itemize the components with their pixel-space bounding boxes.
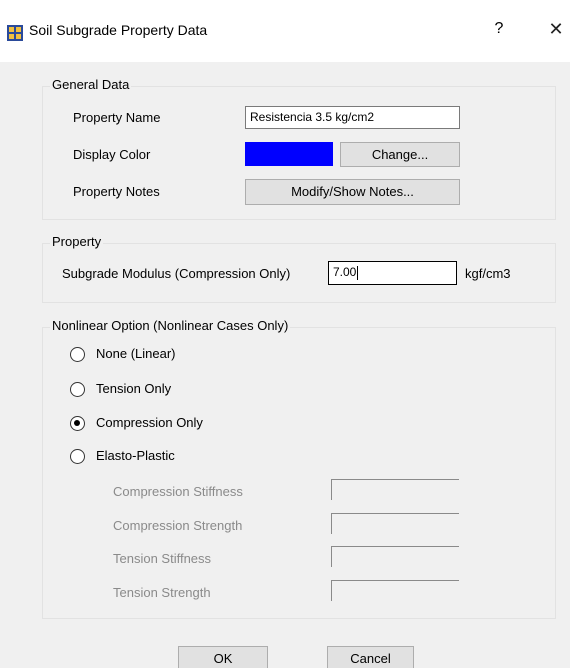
property-legend: Property (50, 234, 104, 249)
app-icon (7, 25, 23, 41)
general-data-legend: General Data (50, 77, 132, 92)
help-button[interactable]: ? (489, 20, 509, 42)
cancel-button[interactable]: Cancel (327, 646, 414, 668)
radio-button-compression-only[interactable] (70, 416, 85, 431)
subgrade-modulus-label: Subgrade Modulus (Compression Only) (62, 266, 291, 281)
subgrade-modulus-input[interactable]: 7.00 (328, 261, 457, 285)
property-name-input[interactable]: Resistencia 3.5 kg/cm2 (245, 106, 460, 129)
ok-button[interactable]: OK (178, 646, 268, 668)
compression-stiffness-input (331, 479, 459, 500)
nonlinear-option-group (42, 327, 556, 619)
tension-strength-input (331, 580, 459, 601)
soil-subgrade-dialog: Soil Subgrade Property Data ? ✕ General … (0, 0, 570, 668)
text-caret (357, 265, 359, 280)
tension-stiffness-label: Tension Stiffness (113, 551, 212, 566)
compression-strength-input (331, 513, 459, 534)
title-bar: Soil Subgrade Property Data ? ✕ (0, 0, 570, 62)
radio-button-tension-only[interactable] (70, 382, 85, 397)
property-notes-label: Property Notes (73, 184, 160, 199)
window-title: Soil Subgrade Property Data (29, 22, 208, 38)
radio-label-elasto-plastic: Elasto-Plastic (96, 448, 175, 463)
modify-show-notes-button[interactable]: Modify/Show Notes... (245, 179, 460, 205)
property-name-label: Property Name (73, 110, 161, 125)
close-button[interactable]: ✕ (546, 19, 566, 43)
radio-label-none-linear: None (Linear) (96, 346, 176, 361)
nonlinear-option-legend: Nonlinear Option (Nonlinear Cases Only) (50, 318, 291, 333)
radio-button-none-linear[interactable] (70, 347, 85, 362)
display-color-swatch (245, 142, 333, 166)
tension-stiffness-input (331, 546, 459, 567)
subgrade-unit-label: kgf/cm3 (465, 266, 511, 281)
radio-label-compression-only: Compression Only (96, 415, 203, 430)
radio-button-elasto-plastic[interactable] (70, 449, 85, 464)
radio-label-tension-only: Tension Only (96, 381, 172, 396)
tension-strength-label: Tension Strength (113, 585, 211, 600)
compression-strength-label: Compression Strength (113, 518, 243, 533)
compression-stiffness-label: Compression Stiffness (113, 484, 243, 499)
display-color-label: Display Color (73, 147, 151, 162)
change-color-button[interactable]: Change... (340, 142, 460, 167)
subgrade-modulus-value: 7.00 (333, 265, 357, 279)
